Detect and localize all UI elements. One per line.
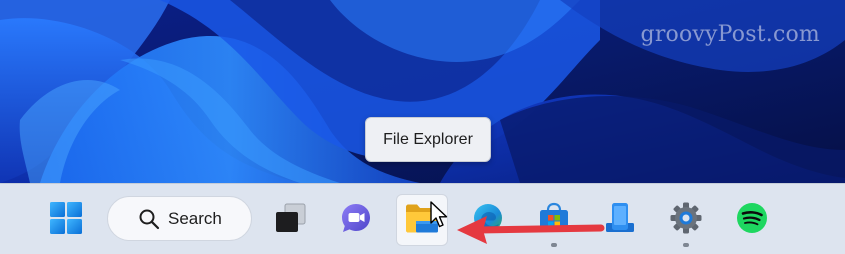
chat-button[interactable] [330,194,382,246]
spotify-icon [735,201,769,240]
spotify-button[interactable] [726,194,778,246]
red-pointer-arrow-icon [455,211,605,252]
start-button[interactable] [40,194,92,246]
search-icon [138,208,160,230]
file-explorer-tooltip: File Explorer [365,117,491,162]
settings-running-indicator [683,243,689,247]
taskbar: Search [0,183,845,254]
watermark: groovyPost.com [640,22,820,47]
chat-icon [339,201,373,240]
settings-button[interactable] [660,194,712,246]
task-view-icon [273,201,307,240]
mouse-cursor [430,201,448,234]
search-box[interactable]: Search [107,196,252,241]
search-label: Search [168,208,222,228]
windows-logo-icon [49,201,83,240]
task-view-button[interactable] [264,194,316,246]
gear-icon [669,201,703,240]
phone-link-icon [603,201,637,240]
